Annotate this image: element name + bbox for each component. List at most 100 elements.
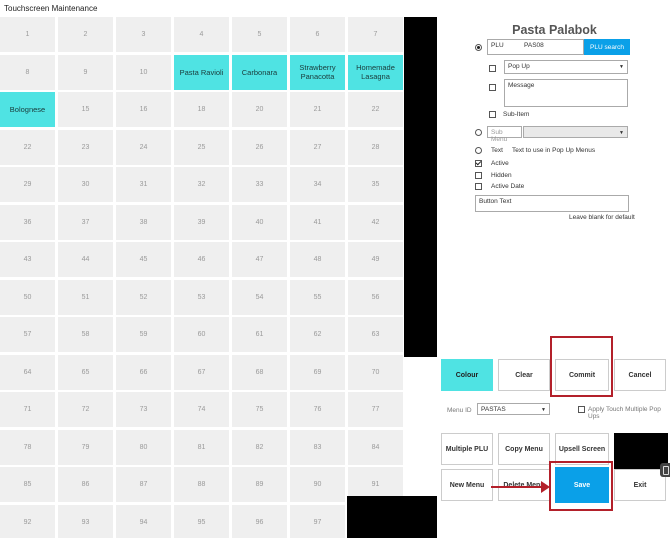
grid-button[interactable]: 42 — [348, 204, 403, 240]
grid-button[interactable]: 8 — [0, 54, 55, 90]
grid-button[interactable]: 83 — [290, 429, 345, 465]
hidden-checkbox[interactable] — [475, 172, 482, 179]
copy-menu-button[interactable]: Copy Menu — [498, 433, 550, 465]
cancel-button[interactable]: Cancel — [614, 359, 666, 391]
menu-id-dropdown[interactable]: PASTAS ▼ — [477, 403, 550, 415]
grid-button[interactable]: 54 — [232, 279, 287, 315]
grid-button[interactable]: 87 — [116, 467, 171, 502]
grid-button[interactable]: 1 — [0, 17, 55, 52]
button-text-field[interactable]: Button Text — [475, 195, 629, 212]
grid-button[interactable]: 67 — [174, 354, 229, 390]
grid-button[interactable]: 46 — [174, 242, 229, 277]
grid-button[interactable]: 94 — [116, 504, 171, 538]
plu-field[interactable]: PLU PAS08 — [487, 39, 584, 55]
grid-button[interactable]: 53 — [174, 279, 229, 315]
grid-button[interactable]: 86 — [58, 467, 113, 502]
grid-button[interactable]: 75 — [232, 392, 287, 427]
apply-touch-checkbox[interactable] — [578, 406, 585, 413]
clipboard-icon[interactable] — [660, 463, 670, 477]
grid-button[interactable]: 96 — [232, 504, 287, 538]
active-checkbox[interactable] — [475, 160, 482, 167]
grid-button[interactable]: 45 — [116, 242, 171, 277]
sub-item-checkbox[interactable] — [489, 111, 496, 118]
plu-search-button[interactable]: PLU search — [584, 39, 630, 55]
message-field[interactable]: Message — [504, 79, 628, 107]
grid-button[interactable]: 18 — [174, 92, 229, 127]
grid-button[interactable]: 3 — [116, 17, 171, 52]
grid-button[interactable]: 25 — [174, 129, 229, 165]
grid-button[interactable]: 41 — [290, 204, 345, 240]
save-button[interactable]: Save — [555, 467, 609, 503]
grid-button[interactable]: 64 — [0, 354, 55, 390]
upsell-screen-button[interactable]: Upsell Screen — [555, 433, 609, 465]
grid-button[interactable]: 36 — [0, 204, 55, 240]
grid-button[interactable]: 90 — [290, 467, 345, 502]
grid-button[interactable]: 93 — [58, 504, 113, 538]
active-date-checkbox[interactable] — [475, 183, 482, 190]
grid-button[interactable]: 59 — [116, 317, 171, 352]
grid-button[interactable]: 73 — [116, 392, 171, 427]
grid-button[interactable]: 76 — [290, 392, 345, 427]
grid-button[interactable]: 6 — [290, 17, 345, 52]
grid-button[interactable]: 82 — [232, 429, 287, 465]
grid-button[interactable]: 97 — [290, 504, 345, 538]
grid-button[interactable]: 88 — [174, 467, 229, 502]
grid-button[interactable]: Pasta Ravioli — [174, 54, 229, 90]
grid-button[interactable]: 49 — [348, 242, 403, 277]
exit-button[interactable]: Exit — [614, 469, 666, 501]
grid-button[interactable]: 16 — [116, 92, 171, 127]
grid-button[interactable]: 26 — [232, 129, 287, 165]
sub-menu-field[interactable]: Sub Menu — [487, 126, 522, 143]
colour-button[interactable]: Colour — [441, 359, 493, 391]
grid-button[interactable]: 29 — [0, 167, 55, 202]
new-menu-button[interactable]: New Menu — [441, 469, 493, 501]
grid-button[interactable]: 62 — [290, 317, 345, 352]
grid-button[interactable]: 84 — [348, 429, 403, 465]
grid-button[interactable]: 22 — [0, 129, 55, 165]
delete-menu-button[interactable]: Delete Menu — [498, 469, 550, 501]
grid-button[interactable]: 79 — [58, 429, 113, 465]
grid-button[interactable]: 65 — [58, 354, 113, 390]
grid-button[interactable]: 51 — [58, 279, 113, 315]
clear-button[interactable]: Clear — [498, 359, 550, 391]
grid-button[interactable]: 44 — [58, 242, 113, 277]
grid-button[interactable]: Bolognese — [0, 92, 55, 127]
plu-radio[interactable] — [475, 44, 482, 51]
grid-button[interactable]: Homemade Lasagna — [348, 54, 403, 90]
grid-button[interactable]: 48 — [290, 242, 345, 277]
grid-button[interactable]: 81 — [174, 429, 229, 465]
grid-button[interactable]: 43 — [0, 242, 55, 277]
grid-button[interactable]: 80 — [116, 429, 171, 465]
grid-button[interactable]: 72 — [58, 392, 113, 427]
sub-menu-dropdown[interactable]: ▼ — [523, 126, 628, 138]
grid-button[interactable]: 34 — [290, 167, 345, 202]
grid-button[interactable]: 9 — [58, 54, 113, 90]
grid-button[interactable]: 7 — [348, 17, 403, 52]
grid-button[interactable]: 21 — [290, 92, 345, 127]
sub-menu-radio[interactable] — [475, 129, 482, 136]
grid-button[interactable]: 32 — [174, 167, 229, 202]
grid-button[interactable]: 37 — [58, 204, 113, 240]
grid-button[interactable]: 95 — [174, 504, 229, 538]
commit-button[interactable]: Commit — [555, 359, 609, 391]
grid-button[interactable]: 74 — [174, 392, 229, 427]
grid-button[interactable]: 40 — [232, 204, 287, 240]
grid-button[interactable]: 61 — [232, 317, 287, 352]
grid-button[interactable]: 15 — [58, 92, 113, 127]
grid-button[interactable]: 92 — [0, 504, 55, 538]
grid-button[interactable]: 56 — [348, 279, 403, 315]
grid-button[interactable]: 31 — [116, 167, 171, 202]
grid-button[interactable]: 60 — [174, 317, 229, 352]
grid-button[interactable]: 50 — [0, 279, 55, 315]
grid-button[interactable]: 85 — [0, 467, 55, 502]
multiple-plu-button[interactable]: Multiple PLU — [441, 433, 493, 465]
popup-checkbox[interactable] — [489, 65, 496, 72]
grid-button[interactable]: Strawberry Panacotta — [290, 54, 345, 90]
grid-button[interactable]: 33 — [232, 167, 287, 202]
grid-button[interactable]: 27 — [290, 129, 345, 165]
grid-button[interactable]: 89 — [232, 467, 287, 502]
grid-button[interactable]: 2 — [58, 17, 113, 52]
grid-button[interactable]: 58 — [58, 317, 113, 352]
grid-button[interactable]: 78 — [0, 429, 55, 465]
grid-button[interactable]: 68 — [232, 354, 287, 390]
